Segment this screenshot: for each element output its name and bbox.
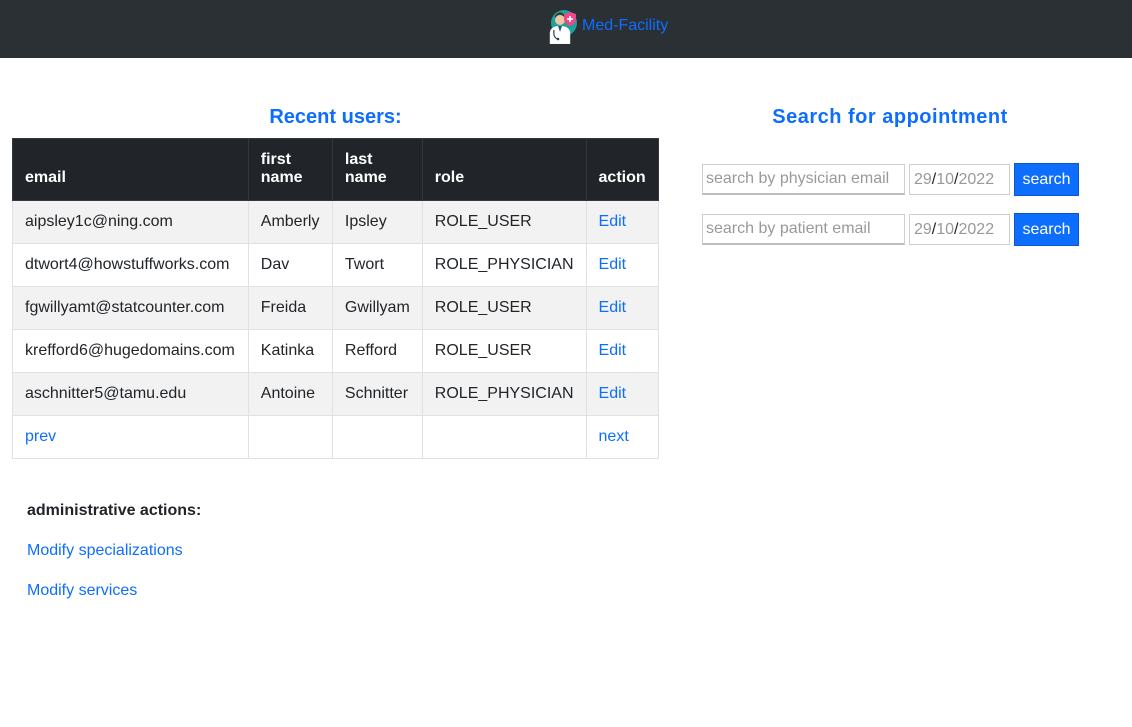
pagination-row: prev next [12, 415, 660, 459]
users-table: email first name last name role action a… [12, 138, 660, 459]
admin-actions-title: administrative actions: [27, 502, 202, 519]
patient-email-input[interactable]: search by patient email [702, 214, 905, 245]
modify-specializations-link[interactable]: Modify specializations [27, 542, 183, 560]
cell-role: ROLE_USER [421, 329, 587, 373]
cell-email: aipsley1c@ning.com [12, 200, 249, 244]
cell-prev: prev [12, 415, 249, 459]
cell-first-name: Antoine [247, 372, 333, 416]
cell-role: ROLE_USER [421, 200, 587, 244]
cell-first-name: Freida [247, 286, 333, 330]
table-row: dtwort4@howstuffworks.com Dav Twort ROLE… [12, 243, 660, 287]
empty-cell [421, 415, 587, 459]
admin-actions: administrative actions: Modify specializ… [27, 502, 202, 599]
cell-action: Edit [585, 286, 660, 330]
prev-link[interactable]: prev [25, 428, 56, 445]
date-month: 10 [936, 220, 955, 238]
modify-services-link[interactable]: Modify services [27, 582, 137, 600]
cell-last-name: Refford [331, 329, 423, 373]
cell-last-name: Schnitter [331, 372, 423, 416]
table-row: aschnitter5@tamu.edu Antoine Schnitter R… [12, 372, 660, 416]
search-appointment-title: Search for appointment [772, 106, 1008, 128]
header-first-name: first name [247, 138, 333, 201]
cell-first-name: Amberly [247, 200, 333, 244]
cell-action: Edit [585, 372, 660, 416]
table-row: fgwillyamt@statcounter.com Freida Gwilly… [12, 286, 660, 330]
brand-link[interactable]: Med-Facility [545, 8, 668, 44]
navbar: Med-Facility [0, 0, 1132, 58]
edit-link[interactable]: Edit [599, 299, 627, 316]
patient-date-input[interactable]: 29/10/2022 [909, 214, 1010, 245]
cell-email: krefford6@hugedomains.com [12, 329, 249, 373]
date-year: 2022 [958, 220, 995, 238]
empty-cell [331, 415, 423, 459]
cell-next: next [585, 415, 660, 459]
cell-action: Edit [585, 329, 660, 373]
physician-search-row: search by physician email 29/10/2022 sea… [702, 163, 1079, 196]
edit-link[interactable]: Edit [599, 342, 627, 359]
cell-role: ROLE_USER [421, 286, 587, 330]
cell-action: Edit [585, 243, 660, 287]
date-year: 2022 [958, 170, 995, 188]
patient-search-row: search by patient email 29/10/2022 searc… [702, 213, 1079, 246]
header-action: action [585, 138, 660, 201]
date-day: 29 [914, 220, 932, 238]
brand-name: Med-Facility [582, 17, 669, 34]
empty-cell [247, 415, 333, 459]
next-link[interactable]: next [599, 428, 629, 445]
doctor-shield-icon [549, 10, 577, 44]
cell-first-name: Katinka [247, 329, 333, 373]
cell-last-name: Twort [331, 243, 423, 287]
date-month: 10 [936, 170, 955, 188]
cell-email: aschnitter5@tamu.edu [12, 372, 249, 416]
physician-date-input[interactable]: 29/10/2022 [909, 164, 1010, 195]
physician-email-input[interactable]: search by physician email [702, 164, 905, 195]
cell-email: dtwort4@howstuffworks.com [12, 243, 249, 287]
cell-last-name: Ipsley [331, 200, 423, 244]
cell-role: ROLE_PHYSICIAN [421, 372, 587, 416]
cell-role: ROLE_PHYSICIAN [421, 243, 587, 287]
patient-search-button[interactable]: search [1014, 213, 1079, 246]
table-row: aipsley1c@ning.com Amberly Ipsley ROLE_U… [12, 200, 660, 244]
edit-link[interactable]: Edit [599, 256, 627, 273]
cell-email: fgwillyamt@statcounter.com [12, 286, 249, 330]
cell-last-name: Gwillyam [331, 286, 423, 330]
header-email: email [12, 138, 249, 201]
edit-link[interactable]: Edit [599, 213, 627, 230]
physician-search-button[interactable]: search [1014, 163, 1079, 196]
edit-link[interactable]: Edit [599, 385, 627, 402]
cell-first-name: Dav [247, 243, 333, 287]
header-last-name: last name [331, 138, 423, 201]
recent-users-title: Recent users: [269, 106, 402, 128]
table-row: krefford6@hugedomains.com Katinka Reffor… [12, 329, 660, 373]
header-role: role [421, 138, 587, 201]
table-header-row: email first name last name role action [12, 138, 660, 201]
date-day: 29 [914, 170, 932, 188]
cell-action: Edit [585, 200, 660, 244]
